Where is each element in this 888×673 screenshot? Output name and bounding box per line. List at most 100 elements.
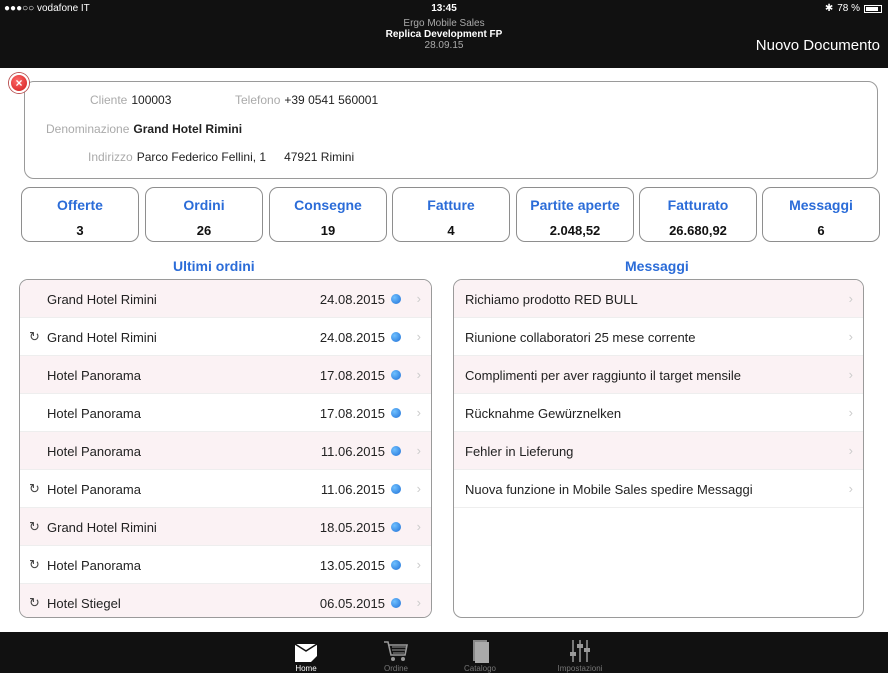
tab-catalogo[interactable]: Catalogo xyxy=(450,632,510,673)
message-row[interactable]: Fehler in Lieferung › xyxy=(454,432,863,470)
chevron-right-icon: › xyxy=(416,481,421,496)
chevron-right-icon: › xyxy=(848,443,853,458)
stat-fatture[interactable]: Fatture 4 xyxy=(392,187,510,242)
order-customer: Hotel Panorama xyxy=(47,558,141,573)
denominazione-label: Denominazione xyxy=(46,122,130,136)
order-customer: Grand Hotel Rimini xyxy=(47,330,157,345)
chevron-right-icon: › xyxy=(416,557,421,572)
sync-icon: ↻ xyxy=(29,481,40,496)
cart-icon xyxy=(384,641,408,661)
address-row: Indirizzo Parco Federico Fellini, 1 4792… xyxy=(88,150,354,164)
order-row[interactable]: ↻ Grand Hotel Rimini 18.05.2015 › xyxy=(20,508,431,546)
battery-icon xyxy=(864,4,882,13)
order-row[interactable]: ↻ Hotel Panorama 11.06.2015 › xyxy=(20,470,431,508)
denominazione-value: Grand Hotel Rimini xyxy=(133,122,243,136)
sync-icon: ↻ xyxy=(29,595,40,610)
bluetooth-icon: ✱ xyxy=(824,3,834,14)
order-row[interactable]: Hotel Panorama 17.08.2015 › xyxy=(20,356,431,394)
indirizzo-label: Indirizzo xyxy=(88,150,133,164)
chevron-right-icon: › xyxy=(416,519,421,534)
orders-list: Grand Hotel Rimini 24.08.2015 › ↻ Grand Hote… xyxy=(19,279,432,618)
status-dot-icon xyxy=(391,332,401,342)
message-row[interactable]: Richiamo prodotto RED BULL › xyxy=(454,280,863,318)
name-row: Denominazione Grand Hotel Rimini xyxy=(46,122,242,136)
stat-ordini[interactable]: Ordini 26 xyxy=(145,187,263,242)
chevron-right-icon: › xyxy=(416,367,421,382)
new-document-button[interactable]: Nuovo Documento xyxy=(756,37,880,54)
chevron-right-icon: › xyxy=(416,405,421,420)
close-icon[interactable]: × xyxy=(9,73,29,93)
order-date: 17.08.2015 xyxy=(319,368,385,383)
stat-offerte[interactable]: Offerte 3 xyxy=(21,187,139,242)
chevron-right-icon: › xyxy=(848,405,853,420)
status-dot-icon xyxy=(391,484,401,494)
message-text: Riunione collaboratori 25 mese corrente xyxy=(465,330,696,345)
top-bar: ●●●○○ vodafone IT 13:45 ✱ 78 % Ergo Mobi… xyxy=(0,0,888,68)
message-text: Fehler in Lieferung xyxy=(465,444,574,459)
stat-partite-aperte[interactable]: Partite aperte 2.048,52 xyxy=(516,187,634,242)
chevron-right-icon: › xyxy=(416,329,421,344)
message-row[interactable]: Nuova funzione in Mobile Sales spedire M… xyxy=(454,470,863,508)
cliente-value: 100003 xyxy=(131,93,172,107)
order-date: 13.05.2015 xyxy=(319,558,385,573)
order-row[interactable]: ↻ Grand Hotel Rimini 24.08.2015 › xyxy=(20,318,431,356)
order-date: 06.05.2015 xyxy=(319,596,385,611)
status-dot-icon xyxy=(391,294,401,304)
order-customer: Hotel Panorama xyxy=(47,406,141,421)
message-row[interactable]: Complimenti per aver raggiunto il target… xyxy=(454,356,863,394)
chevron-right-icon: › xyxy=(848,367,853,382)
message-row[interactable]: Riunione collaboratori 25 mese corrente › xyxy=(454,318,863,356)
order-row[interactable]: Hotel Panorama 17.08.2015 › xyxy=(20,394,431,432)
order-date: 17.08.2015 xyxy=(319,406,385,421)
stat-messaggi[interactable]: Messaggi 6 xyxy=(762,187,880,242)
messages-title: Messaggi xyxy=(625,258,689,274)
message-text: Rücknahme Gewürznelken xyxy=(465,406,622,421)
tab-home[interactable]: Home xyxy=(276,632,336,673)
client-card: Cliente 100003 Telefono +39 0541 560001 … xyxy=(24,81,878,179)
tab-bar: Home Ordine Catalogo Impostazioni xyxy=(0,632,888,673)
chevron-right-icon: › xyxy=(848,329,853,344)
order-row[interactable]: ↻ Hotel Stiegel 06.05.2015 › xyxy=(20,584,431,617)
home-icon xyxy=(294,643,318,662)
status-dot-icon xyxy=(391,446,401,456)
status-dot-icon xyxy=(391,598,401,608)
catalog-icon xyxy=(473,640,489,663)
chevron-right-icon: › xyxy=(416,595,421,610)
chevron-right-icon: › xyxy=(848,291,853,306)
order-customer: Hotel Stiegel xyxy=(47,596,121,611)
stat-consegne[interactable]: Consegne 19 xyxy=(269,187,387,242)
message-text: Nuova funzione in Mobile Sales spedire M… xyxy=(465,482,753,497)
order-customer: Hotel Panorama xyxy=(47,368,141,383)
stat-fatturato[interactable]: Fatturato 26.680,92 xyxy=(639,187,757,242)
chevron-right-icon: › xyxy=(416,443,421,458)
indirizzo-value: Parco Federico Fellini, 1 xyxy=(136,150,267,164)
order-customer: Grand Hotel Rimini xyxy=(47,292,157,307)
messages-list: Richiamo prodotto RED BULL › Riunione coll… xyxy=(453,279,864,618)
order-row[interactable]: Grand Hotel Rimini 24.08.2015 › xyxy=(20,280,431,318)
sync-icon: ↻ xyxy=(29,557,40,572)
order-customer: Hotel Panorama xyxy=(47,444,141,459)
order-date: 11.06.2015 xyxy=(320,482,385,497)
chevron-right-icon: › xyxy=(848,481,853,496)
tab-impostazioni[interactable]: Impostazioni xyxy=(550,632,610,673)
cliente-label: Cliente xyxy=(90,93,128,107)
cap-city-value: 47921 Rimini xyxy=(284,150,355,164)
orders-title: Ultimi ordini xyxy=(173,258,255,274)
chevron-right-icon: › xyxy=(416,291,421,306)
battery-status: ✱ 78 % xyxy=(825,3,882,14)
order-customer: Hotel Panorama xyxy=(47,482,141,497)
order-date: 24.08.2015 xyxy=(319,292,385,307)
settings-icon xyxy=(570,640,590,662)
message-text: Complimenti per aver raggiunto il target… xyxy=(465,368,742,383)
tab-ordine[interactable]: Ordine xyxy=(366,632,426,673)
status-dot-icon xyxy=(391,370,401,380)
order-row[interactable]: ↻ Hotel Panorama 13.05.2015 › xyxy=(20,546,431,584)
client-row: Cliente 100003 xyxy=(90,93,171,107)
app-name: Ergo Mobile Sales xyxy=(403,18,485,29)
status-dot-icon xyxy=(391,408,401,418)
battery-level: 78 % xyxy=(837,3,860,14)
phone-row: Telefono +39 0541 560001 xyxy=(235,93,378,107)
order-date: 11.06.2015 xyxy=(320,444,385,459)
message-row[interactable]: Rücknahme Gewürznelken › xyxy=(454,394,863,432)
order-row[interactable]: Hotel Panorama 11.06.2015 › xyxy=(20,432,431,470)
